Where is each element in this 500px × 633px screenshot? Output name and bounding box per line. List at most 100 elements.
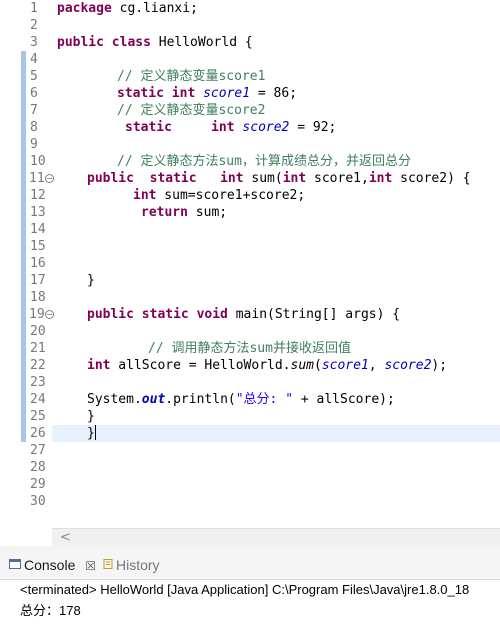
code-text: sum( bbox=[243, 171, 283, 186]
line-number-row: 23 bbox=[0, 374, 52, 391]
field-name: score2 bbox=[242, 120, 290, 135]
line-number-row: 28 bbox=[0, 459, 52, 476]
line-number-row: 26 bbox=[0, 425, 52, 442]
keyword: int bbox=[220, 171, 244, 186]
tab-history-label: History bbox=[116, 557, 160, 573]
field-name: score1 bbox=[203, 86, 251, 101]
change-marker bbox=[21, 51, 26, 68]
scroll-left-icon[interactable]: < bbox=[60, 529, 71, 546]
line-number: 28 bbox=[30, 460, 46, 475]
console-output[interactable]: <terminated> HelloWorld [Java Applicatio… bbox=[0, 580, 500, 633]
code-line-1: package cg.lianxi; bbox=[57, 0, 198, 17]
current-line-highlight bbox=[52, 425, 500, 442]
static-field: out bbox=[141, 392, 166, 407]
line-number-row: 5 bbox=[0, 68, 52, 85]
change-marker bbox=[21, 136, 26, 153]
line-number: 27 bbox=[30, 443, 46, 458]
change-marker bbox=[21, 170, 26, 187]
code-line-3: public class HelloWorld { bbox=[57, 34, 253, 51]
line-number-row: 2 bbox=[0, 17, 52, 34]
program-output: 总分：178 bbox=[20, 603, 81, 618]
line-number: 15 bbox=[30, 239, 46, 254]
comment: // 定义静态变量score1 bbox=[117, 69, 266, 84]
line-number-row: 8 bbox=[0, 119, 52, 136]
code-text: HelloWorld { bbox=[150, 35, 253, 50]
line-number-row: 7 bbox=[0, 102, 52, 119]
line-number-row: 24 bbox=[0, 391, 52, 408]
keyword: static int bbox=[117, 86, 196, 101]
code-text: allScore = HelloWorld. bbox=[110, 358, 291, 373]
keyword: static bbox=[149, 171, 197, 186]
change-marker bbox=[21, 238, 26, 255]
line-number-row: 11− bbox=[0, 170, 54, 187]
line-number: 3 bbox=[30, 35, 38, 50]
code-text: ( bbox=[313, 358, 322, 373]
code-line-24: System.out.println("总分: " + allScore); bbox=[87, 391, 395, 408]
line-number-row: 4 bbox=[0, 51, 52, 68]
text-caret bbox=[94, 425, 96, 440]
horizontal-scrollbar[interactable]: < bbox=[52, 528, 500, 546]
fold-collapse-icon[interactable]: − bbox=[45, 174, 54, 183]
tab-history[interactable]: History bbox=[103, 551, 160, 579]
code-text: main(String[] args) { bbox=[227, 307, 401, 322]
keyword: public class bbox=[57, 35, 151, 50]
line-number-row: 15 bbox=[0, 238, 52, 255]
line-number: 18 bbox=[30, 290, 46, 305]
code-editor[interactable]: 1 2 3 4 5 6 7 8 9 10 11−12 13 14 15 16 17 18 19−20 21 22 23 2… bbox=[0, 0, 500, 528]
line-number: 24 bbox=[30, 392, 46, 407]
line-number: 10 bbox=[30, 154, 46, 169]
change-marker bbox=[21, 85, 26, 102]
keyword: int bbox=[87, 358, 111, 373]
code-text: } bbox=[87, 273, 95, 288]
line-number: 20 bbox=[30, 324, 46, 339]
line-number: 14 bbox=[30, 222, 46, 237]
change-marker bbox=[21, 204, 26, 221]
terminated-status: <terminated> HelloWorld [Java Applicatio… bbox=[20, 582, 470, 597]
code-line-19: public static void main(String[] args) { bbox=[87, 306, 400, 323]
change-marker bbox=[21, 119, 26, 136]
line-number: 26 bbox=[30, 426, 46, 441]
line-number-row: 17 bbox=[0, 272, 52, 289]
keyword: return bbox=[141, 205, 188, 220]
change-marker bbox=[21, 323, 26, 340]
line-number-row: 9 bbox=[0, 136, 52, 153]
change-marker bbox=[21, 391, 26, 408]
line-number: 17 bbox=[30, 273, 46, 288]
code-line-26: } bbox=[87, 425, 96, 442]
line-number-row: 20 bbox=[0, 323, 52, 340]
keyword: int bbox=[133, 188, 157, 203]
change-marker bbox=[21, 357, 26, 374]
line-number-row: 25 bbox=[0, 408, 52, 425]
tab-console[interactable]: Console ☒ bbox=[9, 551, 96, 579]
code-text: sum; bbox=[187, 205, 228, 220]
tab-console-label: Console bbox=[24, 557, 76, 573]
line-number-ruler: 1 2 3 4 5 6 7 8 9 10 11−12 13 14 15 16 17 18 19−20 21 22 23 2… bbox=[0, 0, 54, 528]
line-number: 13 bbox=[30, 205, 46, 220]
code-text: ); bbox=[431, 358, 448, 373]
line-number: 30 bbox=[30, 494, 46, 509]
change-marker bbox=[21, 272, 26, 289]
line-number: 5 bbox=[30, 69, 38, 84]
change-marker bbox=[21, 68, 26, 85]
code-text: = 92; bbox=[289, 120, 337, 135]
close-icon[interactable]: ☒ bbox=[85, 559, 96, 573]
line-number-row: 6 bbox=[0, 85, 52, 102]
static-method: sum bbox=[290, 358, 314, 373]
line-number: 16 bbox=[30, 256, 46, 271]
code-text: score2) { bbox=[392, 171, 471, 186]
history-icon bbox=[103, 559, 113, 569]
code-line-7: // 定义静态变量score2 bbox=[117, 102, 265, 119]
change-marker bbox=[21, 255, 26, 272]
line-number: 12 bbox=[30, 188, 46, 203]
change-marker bbox=[21, 374, 26, 391]
code-line-11: public static int sum(int score1,int sco… bbox=[87, 170, 471, 187]
line-number-row: 21 bbox=[0, 340, 52, 357]
line-number-row: 13 bbox=[0, 204, 52, 221]
change-marker bbox=[21, 289, 26, 306]
change-marker bbox=[21, 408, 26, 425]
code-line-17: } bbox=[87, 272, 95, 289]
fold-collapse-icon[interactable]: − bbox=[45, 310, 54, 319]
line-number: 23 bbox=[30, 375, 46, 390]
change-marker bbox=[21, 102, 26, 119]
line-number-row: 27 bbox=[0, 442, 52, 459]
